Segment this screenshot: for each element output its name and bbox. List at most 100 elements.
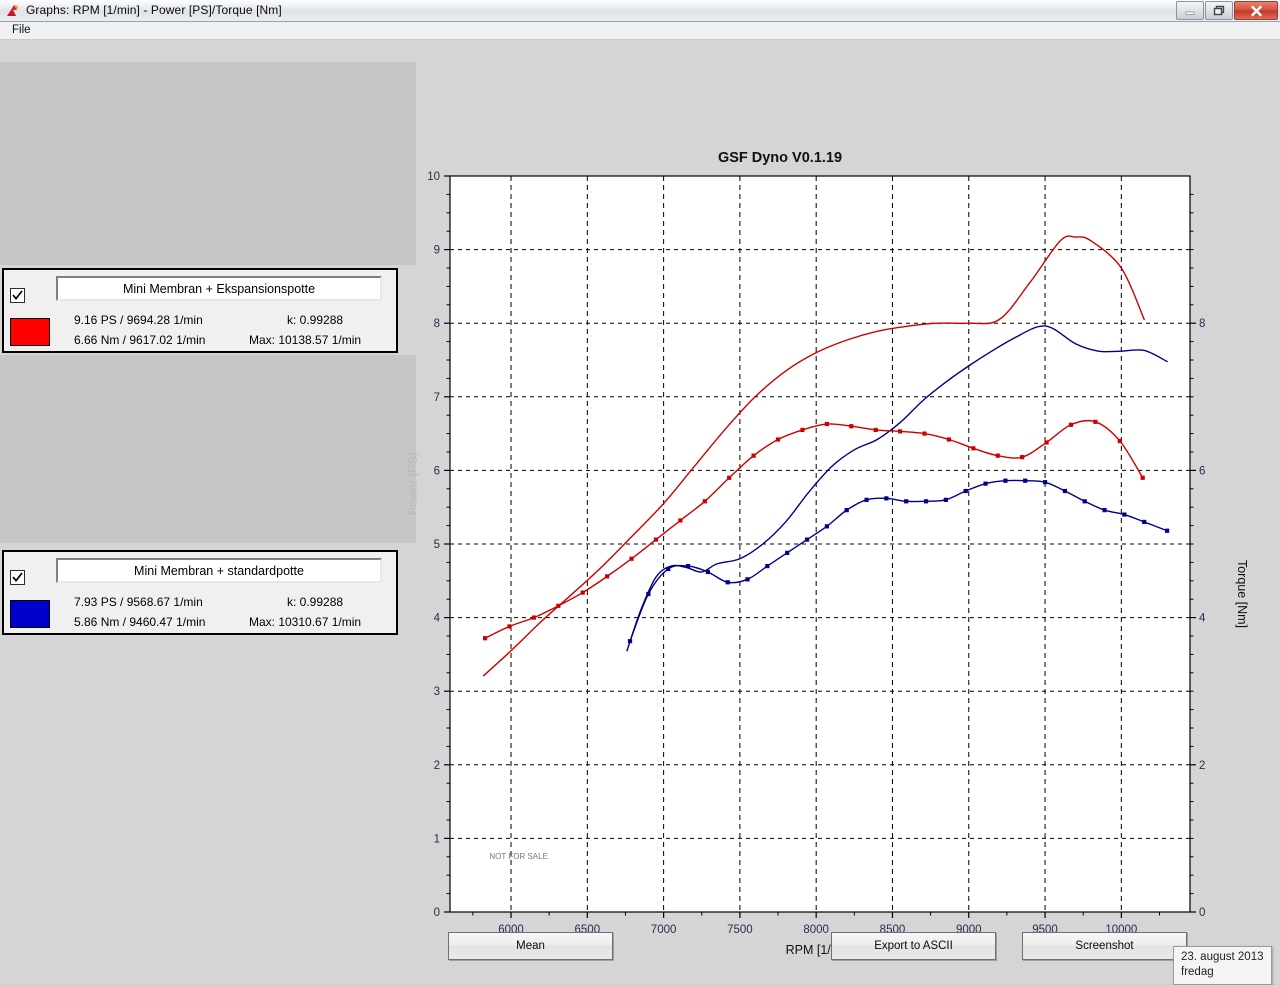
series-2-color-swatch[interactable] (10, 600, 50, 628)
series-marker-3 (984, 482, 988, 486)
series-marker-2 (1141, 476, 1145, 480)
x-axis-tick-label: 7000 (651, 924, 677, 936)
menu-item-file[interactable]: File (8, 24, 35, 36)
y2-axis-label: Torque [Nm] (1235, 560, 1249, 628)
series-marker-2 (581, 591, 585, 595)
restore-button[interactable] (1205, 1, 1233, 20)
series-2-visibility-checkbox[interactable] (10, 570, 25, 585)
series-1-color-swatch[interactable] (10, 318, 50, 346)
series-marker-2 (557, 604, 561, 608)
y-axis-tick-label: 10 (427, 171, 440, 183)
series-marker-3 (805, 538, 809, 542)
x-axis-tick-label: 8000 (803, 924, 829, 936)
series-1-max-value: Max: 10138.57 1/min (249, 333, 361, 347)
series-1-visibility-checkbox[interactable] (10, 288, 25, 303)
series-2-name-field[interactable]: Mini Membran + standardpotte (56, 558, 382, 583)
series-marker-2 (679, 519, 683, 523)
series-marker-3 (1063, 489, 1067, 493)
date-tooltip: 23. august 2013 fredag (1173, 946, 1272, 985)
y2-axis-tick-label: 6 (1199, 465, 1205, 477)
series-marker-3 (865, 498, 869, 502)
series-marker-3 (746, 578, 750, 582)
series-marker-3 (666, 567, 670, 571)
series-marker-3 (706, 570, 710, 574)
y-axis-tick-label: 7 (434, 392, 440, 404)
series-marker-2 (727, 476, 731, 480)
series-marker-3 (845, 508, 849, 512)
series-marker-3 (1123, 513, 1127, 517)
menu-bar: File (0, 22, 1280, 40)
y-axis-tick-label: 2 (434, 760, 440, 772)
y2-axis-tick-label: 0 (1199, 907, 1205, 919)
title-bar: Graphs: RPM [1/min] - Power [PS]/Torque … (0, 0, 1280, 22)
y-axis-tick-label: 4 (434, 613, 441, 625)
screenshot-button[interactable]: Screenshot (1022, 932, 1187, 960)
series-marker-2 (972, 447, 976, 451)
series-marker-3 (1165, 529, 1169, 533)
placeholder-panel-top (0, 62, 416, 265)
series-marker-2 (605, 575, 609, 579)
series-marker-3 (628, 639, 632, 643)
series-marker-2 (1020, 455, 1024, 459)
window-controls (1176, 1, 1278, 21)
dyno-application-window: Graphs: RPM [1/min] - Power [PS]/Torque … (0, 0, 1280, 984)
series-marker-3 (647, 592, 651, 596)
series-1-name-text: Mini Membran + Ekspansionspotte (123, 282, 315, 296)
export-to-ascii-button[interactable]: Export to ASCII (831, 932, 996, 960)
series-marker-3 (1004, 479, 1008, 483)
y-axis-tick-label: 6 (434, 465, 440, 477)
series-marker-3 (1023, 479, 1027, 483)
series-marker-2 (752, 454, 756, 458)
x-axis-tick-label: 7500 (727, 924, 753, 936)
mean-button[interactable]: Mean (448, 932, 613, 960)
y2-axis-tick-label: 2 (1199, 760, 1205, 772)
series-panel-1[interactable]: Mini Membran + Ekspansionspotte 9.16 PS … (2, 268, 398, 353)
tooltip-date: 23. august 2013 (1181, 950, 1265, 965)
series-marker-2 (1118, 439, 1122, 443)
series-marker-3 (726, 580, 730, 584)
series-marker-2 (654, 538, 658, 542)
series-marker-2 (508, 625, 512, 629)
y-axis-tick-label: 9 (434, 245, 440, 257)
series-marker-3 (964, 489, 968, 493)
series-1-name-field[interactable]: Mini Membran + Ekspansionspotte (56, 276, 382, 301)
series-marker-2 (483, 636, 487, 640)
series-2-power-value: 7.93 PS / 9568.67 1/min (74, 595, 203, 609)
series-marker-2 (532, 616, 536, 620)
minimize-button[interactable] (1176, 1, 1204, 20)
series-marker-3 (1083, 500, 1087, 504)
series-marker-3 (1142, 520, 1146, 524)
y-axis-tick-label: 3 (434, 686, 440, 698)
series-2-max-value: Max: 10310.67 1/min (249, 615, 361, 629)
y-axis-tick-label: 0 (434, 907, 440, 919)
series-marker-2 (996, 454, 1000, 458)
series-marker-2 (1069, 423, 1073, 427)
series-marker-3 (885, 497, 889, 501)
series-marker-3 (924, 500, 928, 504)
app-logo-icon (5, 3, 21, 19)
series-marker-2 (849, 424, 853, 428)
placeholder-panel-middle (0, 355, 416, 543)
series-marker-2 (898, 430, 902, 434)
close-button[interactable] (1234, 1, 1278, 20)
series-marker-2 (801, 428, 805, 432)
series-marker-3 (766, 564, 770, 568)
main-window: Graphs: RPM [1/min] - Power [PS]/Torque … (0, 0, 1280, 984)
tooltip-weekday: fredag (1181, 965, 1265, 980)
y2-axis-tick-label: 8 (1199, 318, 1205, 330)
series-marker-2 (1045, 441, 1049, 445)
series-marker-2 (825, 422, 829, 426)
y-axis-tick-label: 1 (434, 833, 440, 845)
series-marker-3 (904, 500, 908, 504)
series-panel-2[interactable]: Mini Membran + standardpotte 7.93 PS / 9… (2, 550, 398, 635)
series-marker-3 (1103, 508, 1107, 512)
window-title: Graphs: RPM [1/min] - Power [PS]/Torque … (26, 3, 282, 17)
series-2-torque-value: 5.86 Nm / 9460.47 1/min (74, 615, 205, 629)
series-2-k-value: k: 0.99288 (287, 595, 343, 609)
y-axis-tick-label: 8 (434, 318, 440, 330)
series-1-power-value: 9.16 PS / 9694.28 1/min (74, 313, 203, 327)
client-area: Mini Membran + Ekspansionspotte 9.16 PS … (0, 40, 1280, 984)
series-2-name-text: Mini Membran + standardpotte (134, 564, 304, 578)
y-axis-tick-label: 5 (434, 539, 440, 551)
chart-plot-svg: 0123456789100246860006500700075008000850… (400, 100, 1280, 980)
